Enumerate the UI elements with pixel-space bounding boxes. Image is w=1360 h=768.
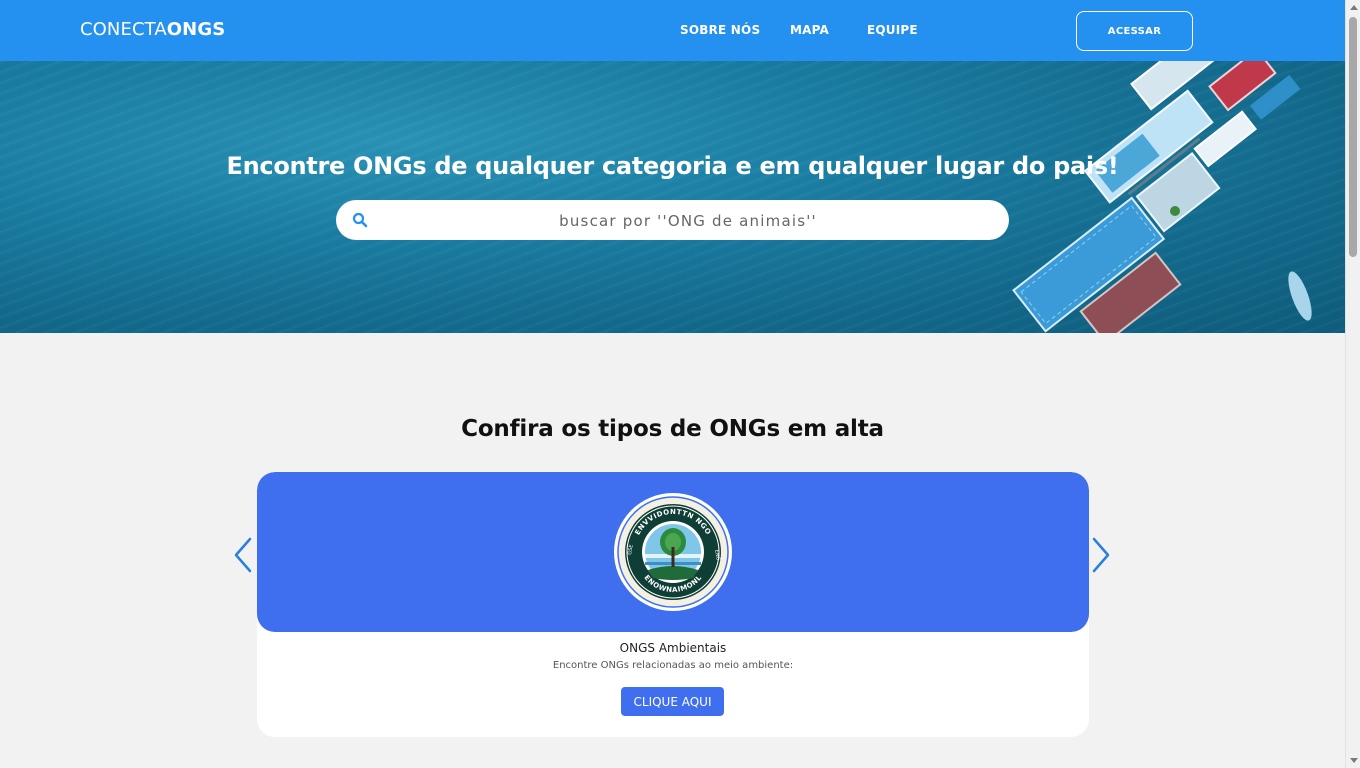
nav-link-equipe[interactable]: EQUIPE (867, 23, 918, 37)
scrollbar-thumb[interactable] (1349, 17, 1357, 257)
brand-prefix: CONECTA (80, 19, 167, 40)
nav-link-mapa[interactable]: MAPA (790, 23, 829, 37)
chevron-right-icon[interactable] (1090, 536, 1112, 574)
scroll-up-icon[interactable] (1346, 0, 1360, 15)
card-description: Encontre ONGs relacionadas ao meio ambie… (552, 660, 794, 671)
section-title: Confira os tipos de ONGs em alta (461, 416, 884, 442)
card-cta-button[interactable]: CLIQUE AQUI (621, 687, 724, 716)
brand-logo[interactable]: CONECTAONGS (80, 19, 225, 40)
page-scrollbar[interactable] (1345, 0, 1360, 768)
scroll-down-icon[interactable] (1346, 753, 1360, 768)
hero-aerial-boats-image (1012, 61, 1312, 333)
hero-banner: Encontre ONGs de qualquer categoria e em… (0, 61, 1345, 333)
hero-title: Encontre ONGs de qualquer categoria e em… (226, 152, 1119, 180)
environmental-ngo-badge-logo: ENVVIDONTTN NGO ENOWNAIMONL GSE ENG (614, 493, 732, 611)
search-bar (336, 200, 1009, 242)
chevron-left-icon[interactable] (232, 536, 254, 574)
search-icon[interactable] (352, 212, 368, 228)
brand-bold: ONGS (166, 19, 226, 40)
login-button[interactable]: ACESSAR (1076, 11, 1193, 51)
navbar: CONECTAONGS SOBRE NÓS MAPA EQUIPE ACESSA… (0, 0, 1345, 61)
card-title: ONGS Ambientais (619, 641, 727, 655)
nav-link-sobre-nos[interactable]: SOBRE NÓS (680, 23, 760, 37)
category-card: ENVVIDONTTN NGO ENOWNAIMONL GSE ENG ONGS… (257, 472, 1089, 737)
search-input[interactable] (376, 200, 1000, 242)
